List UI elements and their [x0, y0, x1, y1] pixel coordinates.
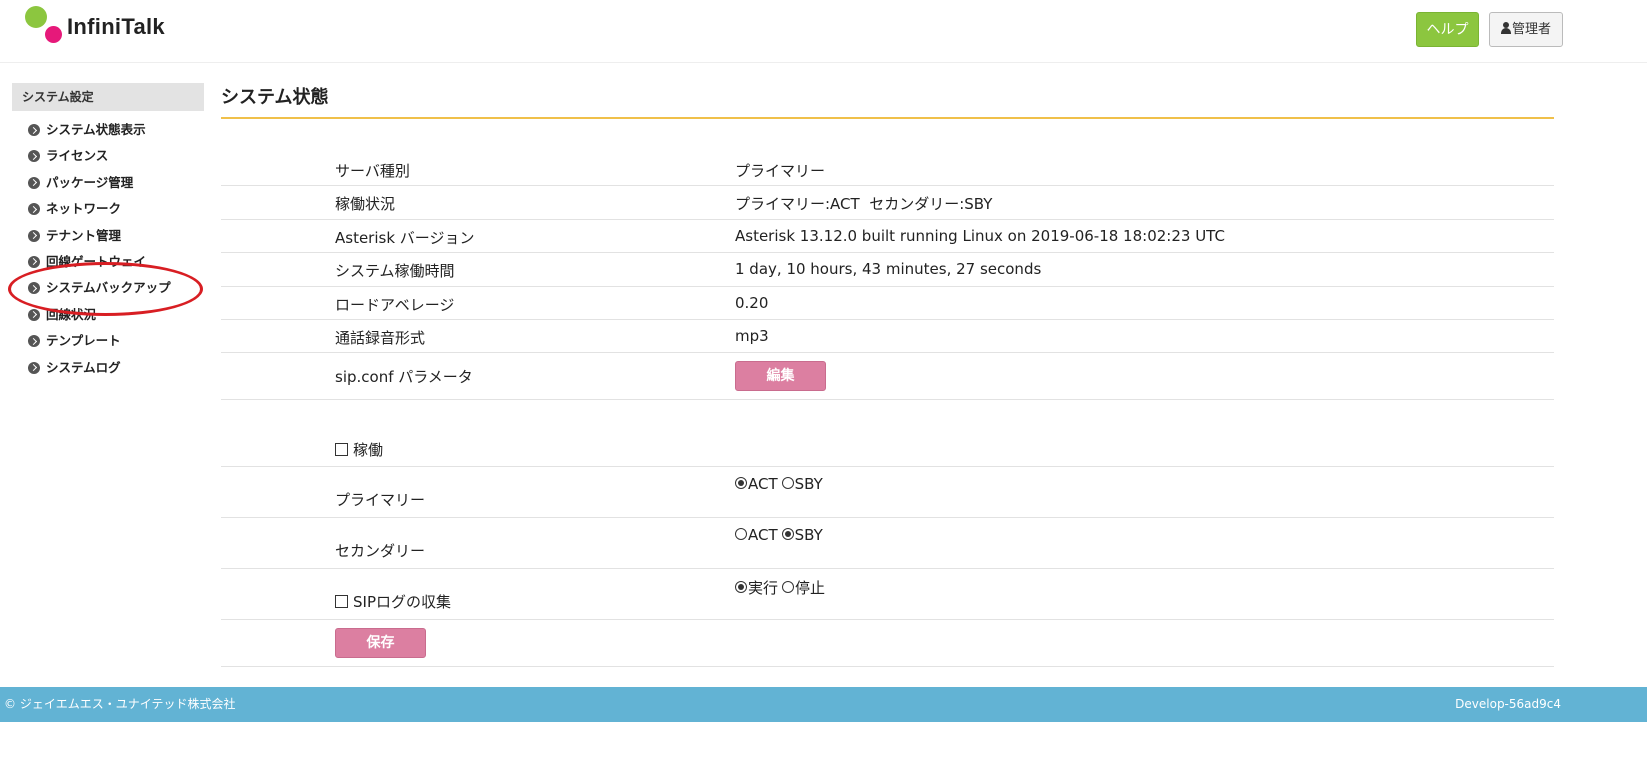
secondary-row: セカンダリー ACT SBY [221, 518, 1554, 569]
row-label: Asterisk バージョン [335, 228, 475, 247]
table-row: システム稼働時間 1 day, 10 hours, 43 minutes, 27… [221, 253, 1554, 287]
radio-label: ACT [748, 475, 778, 493]
primary-row: プライマリー ACT SBY [221, 467, 1554, 518]
table-row: ロードアベレージ 0.20 [221, 287, 1554, 320]
sidebar-item-tenant-management[interactable]: テナント管理 [12, 223, 204, 249]
siplog-checkbox[interactable] [335, 595, 348, 608]
siplog-stop-radio[interactable] [782, 581, 795, 593]
table-row: サーバ種別 プライマリー [221, 153, 1554, 187]
copyright-text: © ジェイエムエス・ユナイテッド株式会社 [4, 697, 236, 711]
chevron-right-icon [28, 308, 40, 321]
row-value: 0.20 [735, 293, 769, 312]
chevron-right-icon [28, 150, 40, 163]
sidebar-menu: システム状態表示 ライセンス パッケージ管理 ネットワーク テナント管理 回線ゲ… [12, 117, 204, 381]
row-label: システム稼働時間 [335, 262, 455, 281]
sidebar-section-title: システム設定 [12, 83, 204, 111]
sidebar: システム設定 システム状態表示 ライセンス パッケージ管理 ネットワーク テナン… [12, 83, 204, 381]
secondary-act-radio[interactable] [735, 528, 747, 540]
sidebar-item-system-backup[interactable]: システムバックアップ [12, 275, 204, 301]
app-header: InfiniTalk ヘルプ 管理者 [0, 0, 1647, 63]
row-label: sip.conf パラメータ [335, 368, 473, 387]
row-label: 稼働状況 [335, 195, 396, 214]
admin-menu-button[interactable]: 管理者 [1489, 12, 1563, 47]
radio-label: ACT [748, 526, 778, 544]
sidebar-item-label: 回線ゲートウェイ [46, 253, 147, 269]
sidebar-item-package-management[interactable]: パッケージ管理 [12, 170, 204, 196]
table-row: 稼働状況 プライマリー:ACT セカンダリー:SBY [221, 186, 1554, 220]
operation-checkbox-label: 稼働 [335, 439, 383, 460]
admin-label: 管理者 [1511, 22, 1551, 37]
sidebar-item-network[interactable]: ネットワーク [12, 196, 204, 222]
page-title: システム状態 [221, 83, 1554, 119]
chevron-right-icon [28, 282, 40, 295]
infinitalk-logo[interactable]: InfiniTalk [25, 4, 225, 49]
logo-dot-green [25, 6, 47, 28]
version-text: Develop-56ad9c4 [1455, 697, 1561, 711]
operation-checkbox[interactable] [335, 443, 348, 456]
primary-label: プライマリー [335, 491, 426, 509]
main-content: システム状態 サーバ種別 プライマリー 稼働状況 プライマリー:ACT セカンダ… [221, 83, 1554, 667]
sidebar-item-label: 回線状況 [46, 306, 97, 322]
sidebar-item-line-status[interactable]: 回線状況 [12, 302, 204, 328]
siplog-checkbox-label: SIPログの収集 [335, 591, 451, 612]
row-value: 1 day, 10 hours, 43 minutes, 27 seconds [735, 260, 1042, 279]
row-value: Asterisk 13.12.0 built running Linux on … [735, 226, 1225, 245]
row-value: mp3 [735, 326, 769, 345]
chevron-right-icon [28, 229, 40, 242]
radio-label: SBY [794, 475, 823, 493]
row-label: サーバ種別 [335, 162, 410, 180]
sidebar-item-label: ライセンス [46, 148, 109, 164]
sidebar-item-line-gateway[interactable]: 回線ゲートウェイ [12, 249, 204, 275]
sidebar-item-system-status[interactable]: システム状態表示 [12, 117, 204, 143]
secondary-radio-group: ACT SBY [735, 526, 823, 544]
logo-dot-pink [45, 26, 62, 43]
radio-label: SBY [794, 526, 823, 544]
footer: © ジェイエムエス・ユナイテッド株式会社 Develop-56ad9c4 [0, 687, 1647, 722]
row-label: ロードアベレージ [335, 295, 455, 314]
row-value: プライマリー [735, 162, 826, 180]
siplog-label: SIPログの収集 [353, 593, 451, 611]
siplog-radio-group: 実行 停止 [735, 577, 825, 598]
secondary-sby-radio[interactable] [781, 528, 794, 540]
system-status-table: サーバ種別 プライマリー 稼働状況 プライマリー:ACT セカンダリー:SBY … [221, 153, 1554, 401]
chevron-right-icon [28, 335, 40, 348]
primary-sby-radio[interactable] [781, 477, 794, 489]
sidebar-item-label: テンプレート [46, 333, 121, 349]
table-row: 通話録音形式 mp3 [221, 320, 1554, 354]
table-row: Asterisk バージョン Asterisk 13.12.0 built ru… [221, 220, 1554, 254]
primary-act-radio[interactable] [735, 477, 747, 489]
sidebar-item-label: システムバックアップ [46, 280, 171, 296]
secondary-label: セカンダリー [335, 542, 426, 560]
chevron-right-icon [28, 176, 40, 189]
radio-label: 停止 [795, 579, 826, 597]
sidebar-item-label: システム状態表示 [46, 122, 146, 137]
sidebar-item-label: パッケージ管理 [46, 174, 134, 190]
help-button[interactable]: ヘルプ [1416, 12, 1479, 47]
radio-label: 実行 [748, 579, 779, 597]
siplog-run-radio[interactable] [735, 581, 747, 593]
edit-sip-conf-button[interactable]: 編集 [735, 361, 826, 392]
row-value: プライマリー:ACT セカンダリー:SBY [735, 195, 993, 214]
chevron-right-icon [28, 255, 40, 268]
chevron-right-icon [28, 124, 40, 136]
sidebar-item-system-log[interactable]: システムログ [12, 355, 204, 381]
operation-label: 稼働 [353, 441, 384, 459]
save-button[interactable]: 保存 [335, 628, 426, 658]
chevron-right-icon [28, 203, 40, 216]
chevron-right-icon [28, 361, 40, 374]
control-form: 稼働 プライマリー ACT SBY セカンダリー ACT SBY SIPログの収集 … [221, 423, 1554, 667]
table-row-sip-conf: sip.conf パラメータ 編集 [221, 353, 1554, 401]
sidebar-item-label: テナント管理 [46, 227, 122, 243]
sidebar-item-template[interactable]: テンプレート [12, 328, 204, 354]
primary-radio-group: ACT SBY [735, 475, 823, 493]
sidebar-item-license[interactable]: ライセンス [12, 143, 204, 169]
operation-row: 稼働 [221, 423, 1554, 467]
siplog-row: SIPログの収集 実行 停止 [221, 569, 1554, 620]
user-icon [1500, 22, 1511, 34]
save-row: 保存 [221, 620, 1554, 667]
sidebar-item-label: システムログ [46, 359, 121, 375]
logo-text: InfiniTalk [67, 14, 165, 39]
sidebar-item-label: ネットワーク [46, 201, 122, 217]
row-label: 通話録音形式 [335, 328, 426, 347]
